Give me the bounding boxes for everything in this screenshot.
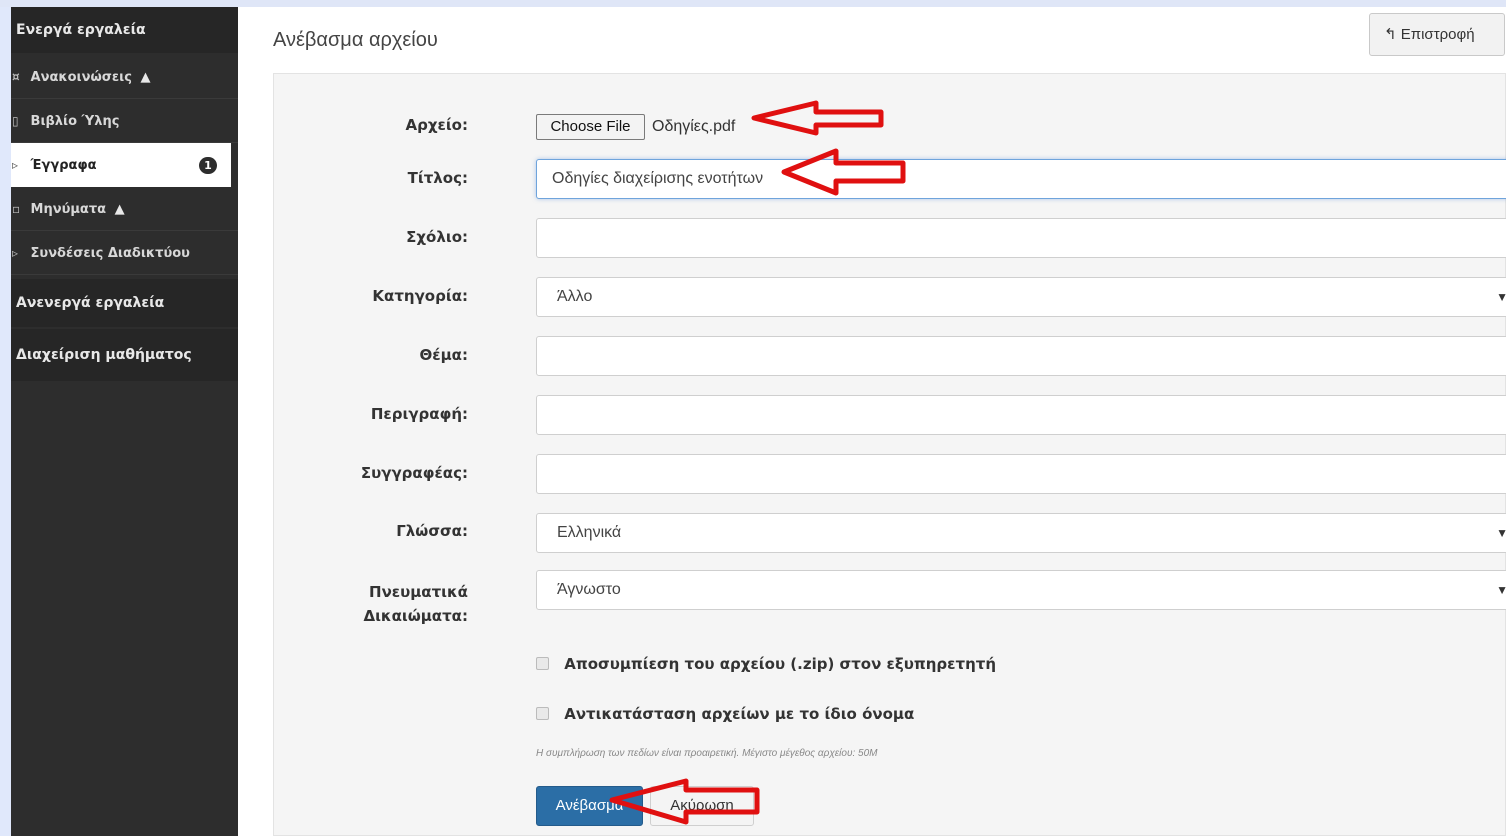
copyright-select[interactable]: Άγνωστο ▼ [536,570,1506,610]
sidebar: Ενεργά εργαλεία ¤ Ανακοινώσεις ▲ ▯ Βιβλί… [0,7,238,836]
comment-input[interactable] [536,218,1506,258]
language-value: Ελληνικά [557,524,622,541]
sidebar-item-messages[interactable]: ▫ Μηνύματα ▲ [0,187,238,231]
book-icon: ▯ [12,114,19,128]
bullhorn-icon: ¤ [12,70,20,84]
section-course-management[interactable]: Διαχείριση μαθήματος [0,329,238,381]
sidebar-item-announcements[interactable]: ¤ Ανακοινώσεις ▲ [0,55,238,99]
sidebar-item-label: Συνδέσεις Διαδικτύου [30,246,190,261]
category-value: Άλλο [557,288,593,305]
caret-down-icon: ▼ [1496,583,1506,597]
overwrite-checkbox[interactable] [536,707,549,720]
category-label: Κατηγορία: [372,287,468,305]
language-label: Γλώσσα: [396,522,468,540]
section-inactive-tools[interactable]: Ανενεργά εργαλεία [0,279,238,327]
annotation-arrow-title [781,148,906,196]
caret-down-icon: ▼ [1496,290,1506,304]
comment-label: Σχόλιο: [406,228,468,246]
file-label: Αρχείο: [405,116,468,134]
copyright-label-line2: Δικαιώματα: [363,607,468,625]
page-title: Ανέβασμα αρχείου [273,29,438,51]
link-icon: ▹ [12,246,19,260]
annotation-arrow-upload [609,778,760,825]
caret-down-icon: ▼ [1496,526,1506,540]
unzip-checkbox[interactable] [536,657,549,670]
overwrite-option[interactable]: Αντικατάσταση αρχείων με το ίδιο όνομα [536,705,914,723]
folder-icon: ▹ [12,158,19,172]
overwrite-label: Αντικατάσταση αρχείων με το ίδιο όνομα [564,705,915,723]
reply-icon: ↰ [1384,26,1397,43]
title-input[interactable]: Οδηγίες διαχείρισης ενοτήτων [536,159,1506,199]
author-label: Συγγραφέας: [360,464,468,482]
subject-input[interactable] [536,336,1506,376]
sidebar-item-links[interactable]: ▹ Συνδέσεις Διαδικτύου [0,231,238,275]
sidebar-item-documents[interactable]: ▹ Έγγραφα 1 [0,143,231,187]
subject-label: Θέμα: [419,346,468,364]
title-label: Τίτλος: [407,169,468,187]
unzip-label: Αποσυμπίεση του αρχείου (.zip) στον εξυπ… [564,655,997,673]
sidebar-item-book[interactable]: ▯ Βιβλίο Ύλης [0,99,238,143]
warning-icon: ▲ [140,70,151,85]
selected-file-name: Οδηγίες.pdf [652,118,736,135]
description-label: Περιγραφή: [370,405,468,423]
count-badge: 1 [199,157,217,174]
envelope-icon: ▫ [12,202,21,216]
sidebar-item-label: Βιβλίο Ύλης [30,114,120,129]
sidebar-item-label: Μηνύματα [30,202,107,217]
language-select[interactable]: Ελληνικά ▼ [536,513,1506,553]
section-active-tools[interactable]: Ενεργά εργαλεία [0,7,238,53]
back-button[interactable]: ↰ Επιστροφή [1369,13,1505,56]
annotation-arrow-file [751,100,884,136]
description-input[interactable] [536,395,1506,435]
copyright-value: Άγνωστο [557,581,621,598]
choose-file-button[interactable]: Choose File [536,114,645,140]
unzip-option[interactable]: Αποσυμπίεση του αρχείου (.zip) στον εξυπ… [536,655,996,673]
author-input[interactable] [536,454,1506,494]
warning-icon: ▲ [114,202,125,217]
copyright-label-line1: Πνευματικά [369,583,468,601]
form-hint: Η συμπλήρωση των πεδίων είναι προαιρετικ… [536,748,878,759]
copyright-label: Πνευματικά Δικαιώματα: [274,580,468,628]
category-select[interactable]: Άλλο ▼ [536,277,1506,317]
window-edge [0,7,11,836]
sidebar-item-label: Ανακοινώσεις [30,70,132,85]
sidebar-item-label: Έγγραφα [30,158,97,173]
back-button-label: Επιστροφή [1400,26,1475,43]
